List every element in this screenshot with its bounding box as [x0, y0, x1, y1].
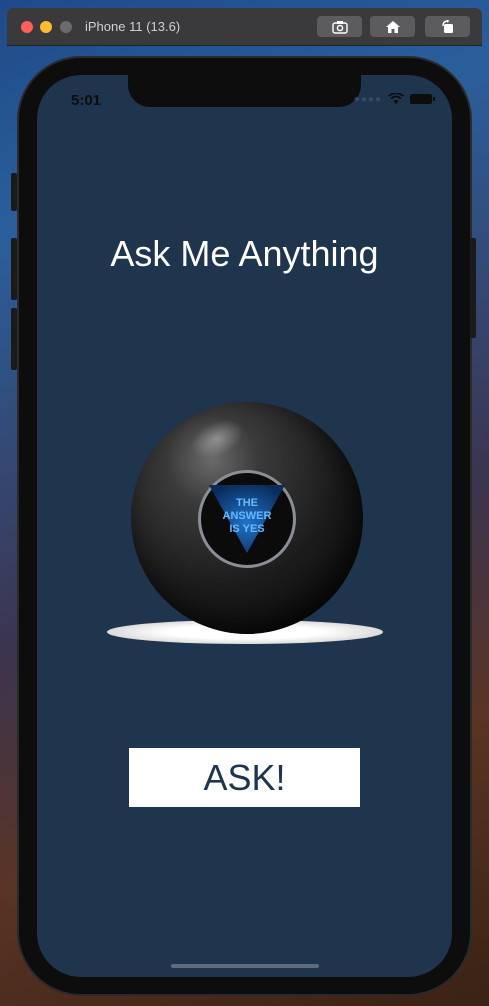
answer-line-3: IS YES — [229, 523, 265, 535]
volume-up-button — [11, 238, 17, 300]
answer-line-2: ANSWER — [222, 510, 272, 522]
battery-icon — [410, 94, 435, 104]
magic-8-ball-image: THE ANSWER IS YES — [107, 400, 383, 650]
wifi-icon — [388, 93, 404, 105]
status-time: 5:01 — [71, 92, 102, 109]
status-icons: ●●●● — [353, 93, 435, 105]
screenshot-button[interactable] — [317, 16, 362, 37]
app-title: Ask Me Anything — [110, 233, 379, 274]
home-button[interactable] — [370, 16, 415, 37]
minimize-window-button[interactable] — [40, 21, 52, 33]
answer-text: THE ANSWER IS YES — [201, 497, 293, 536]
ask-button[interactable]: ASK! — [129, 748, 360, 807]
window-title: iPhone 11 (13.6) — [85, 19, 181, 34]
rotate-button[interactable] — [425, 16, 470, 37]
close-window-button[interactable] — [21, 21, 33, 33]
app-screen: 5:01 ●●●● Ask Me Anything THE ANSWER IS … — [37, 75, 452, 977]
rotate-icon — [441, 19, 453, 33]
ball-highlight — [184, 411, 250, 467]
zoom-window-button[interactable] — [60, 21, 72, 33]
answer-window: THE ANSWER IS YES — [198, 470, 296, 568]
cellular-signal-icon: ●●●● — [353, 93, 382, 105]
simulator-titlebar: iPhone 11 (13.6) — [7, 8, 482, 46]
notch — [128, 75, 361, 107]
screenshot-camera-icon — [331, 20, 348, 34]
answer-line-1: THE — [236, 497, 258, 509]
volume-down-button — [11, 308, 17, 370]
eight-ball: THE ANSWER IS YES — [131, 402, 363, 634]
home-icon — [385, 20, 400, 33]
mute-switch — [11, 173, 17, 211]
home-indicator — [171, 964, 319, 968]
power-button — [470, 238, 476, 338]
